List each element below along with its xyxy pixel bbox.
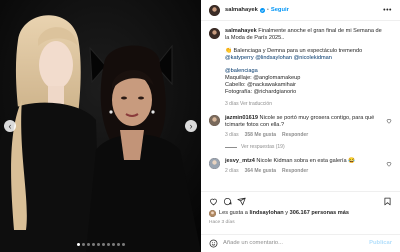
share-paper-plane-icon[interactable]	[237, 197, 246, 206]
post-photo	[0, 0, 201, 252]
comment-text: Nicole se portó muy grosera contigo, par…	[259, 115, 375, 121]
heart-icon[interactable]	[386, 118, 392, 124]
verified-badge-icon	[259, 7, 265, 13]
likes-count[interactable]: 306.167 personas más	[290, 210, 349, 216]
post-actions: Les gusta a lindsaylohan y 306.167 perso…	[201, 191, 400, 226]
carousel-dot	[101, 243, 105, 246]
view-replies-button[interactable]: Ver respuestas (19)	[201, 139, 400, 151]
reply-button[interactable]: Responder	[282, 132, 308, 139]
comment-likes[interactable]: 358 Me gusta	[245, 132, 276, 139]
comment-bubble-icon[interactable]	[223, 197, 232, 206]
post-media-carousel[interactable]: ‹ ›	[0, 0, 201, 252]
emoji-icon[interactable]	[209, 239, 218, 248]
comment-text: tcimarte fotos con ella.?	[225, 122, 285, 128]
caption-text: la Moda de París 2025..	[225, 35, 285, 41]
comment-text: Nicole Kidman sobra en esta galería 😂	[256, 158, 356, 164]
comment-likes[interactable]: 364 Me gusta	[245, 168, 276, 175]
caption-credit-hair: Cabello: @nackawakamihair	[225, 82, 296, 88]
author-avatar[interactable]	[209, 4, 220, 16]
caption-meta: 3 días Ver traducción	[225, 101, 272, 107]
reply-button[interactable]: Responder	[282, 168, 308, 175]
carousel-dot	[81, 243, 85, 246]
post-caption: salmahayek Finalmente anoche el gran fin…	[201, 20, 400, 108]
chevron-left-icon: ‹	[8, 120, 12, 131]
comment: jesvy_mtz4 Nicole Kidman sobra en esta g…	[201, 151, 400, 175]
comment-time: 3 días	[225, 132, 239, 138]
likes-summary[interactable]: Les gusta a lindsaylohan y 306.167 perso…	[201, 206, 400, 217]
follow-button[interactable]: Seguir	[271, 7, 289, 14]
commenter-avatar[interactable]	[209, 115, 220, 126]
post-date: Hace 3 días	[209, 220, 235, 225]
author-avatar[interactable]	[209, 28, 220, 39]
carousel-indicator	[0, 243, 201, 246]
carousel-dot	[106, 243, 110, 246]
caption-credit-photo: Fotografía: @richardgianorio	[225, 89, 297, 95]
post-header: salmahayek • Seguir •••	[201, 0, 400, 21]
comment-time: 2 días	[225, 168, 239, 174]
caption-text: Finalmente anoche el gran final de mi Se…	[258, 28, 382, 34]
publish-button[interactable]: Publicar	[369, 240, 392, 247]
commenter-username[interactable]: jesvy_mtz4	[225, 158, 255, 164]
commenter-avatar[interactable]	[209, 158, 220, 169]
carousel-dot	[76, 243, 80, 246]
carousel-dot	[111, 243, 115, 246]
more-options-icon[interactable]: •••	[383, 7, 392, 14]
comment-input[interactable]: Añade un comentario...	[223, 240, 369, 247]
carousel-dot	[91, 243, 95, 246]
caption-mention-balenciaga[interactable]: @balenciaga	[225, 68, 392, 75]
author-username[interactable]: salmahayek	[225, 7, 258, 14]
liker-username[interactable]: lindsaylohan	[249, 210, 283, 216]
like-heart-icon[interactable]	[209, 197, 218, 206]
carousel-dot	[96, 243, 100, 246]
divider	[225, 147, 237, 148]
chevron-right-icon: ›	[189, 120, 193, 131]
caption-username[interactable]: salmahayek	[225, 28, 257, 34]
header-separator: •	[266, 6, 269, 13]
comments-section[interactable]: salmahayek Finalmente anoche el gran fin…	[201, 20, 400, 188]
likes-prefix: Les gusta a	[219, 210, 250, 216]
liker-avatar	[209, 210, 216, 217]
commenter-username[interactable]: jazmin01619	[225, 115, 258, 121]
save-bookmark-icon[interactable]	[383, 197, 392, 206]
next-slide-button[interactable]: ›	[185, 120, 197, 132]
heart-icon[interactable]	[386, 161, 392, 167]
view-replies-label: Ver respuestas (19)	[241, 144, 285, 150]
previous-slide-button[interactable]: ‹	[4, 120, 16, 132]
comment: jazmin01619 Nicole se portó muy grosera …	[201, 108, 400, 139]
add-comment-bar: Añade un comentario... Publicar	[201, 234, 400, 252]
carousel-dot	[86, 243, 90, 246]
carousel-dot	[116, 243, 120, 246]
instagram-post: ‹ › salmahayek • Seguir ••• salmahayek F…	[0, 0, 400, 252]
post-details-panel: salmahayek • Seguir ••• salmahayek Final…	[201, 0, 400, 252]
caption-credit-makeup: Maquillaje: @anglomamakeup	[225, 75, 301, 81]
carousel-dot	[121, 243, 125, 246]
caption-text: 👏 Balenciaga y Demna para un espectáculo…	[225, 48, 363, 54]
caption-mentions[interactable]: @katyperry @lindsaylohan @nicolekidman	[225, 55, 392, 62]
